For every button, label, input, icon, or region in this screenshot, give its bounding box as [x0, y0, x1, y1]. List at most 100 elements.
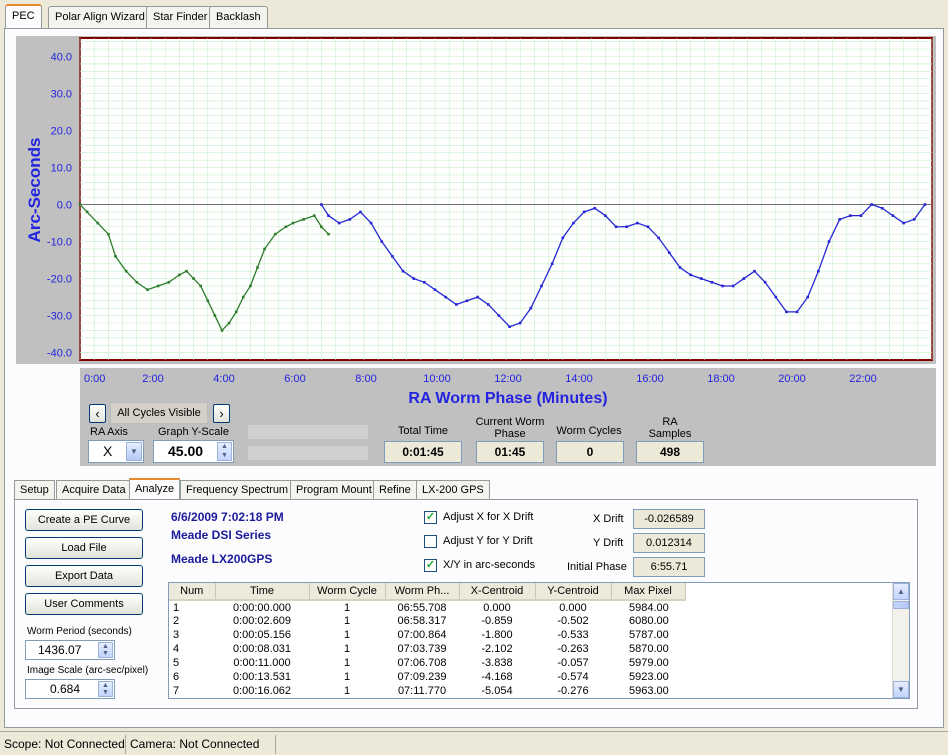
- table-cell: 0:00:13.531: [232, 671, 292, 683]
- data-point: [284, 225, 288, 229]
- tab-pec[interactable]: PEC: [5, 4, 42, 29]
- table-cell: 4: [173, 643, 180, 655]
- data-point: [213, 314, 217, 317]
- worm-period-value: 1436.07: [38, 643, 82, 657]
- data-point: [859, 214, 863, 217]
- tab-star-finder[interactable]: Star Finder: [146, 6, 215, 28]
- user-comments-button[interactable]: User Comments: [25, 593, 143, 615]
- xy-arcsec-checkbox[interactable]: ✓: [424, 559, 437, 572]
- column-header[interactable]: Num: [169, 583, 216, 601]
- subtab-program-mount[interactable]: Program Mount: [290, 480, 378, 499]
- table-cell: 07:11.770: [397, 685, 447, 697]
- column-header[interactable]: X-Centroid: [459, 583, 536, 601]
- table-row[interactable]: 4 0:00:08.031 1 07:03.739 -2.102 -0.263 5870.0…: [169, 642, 894, 656]
- image-scale-spinner[interactable]: ▲ ▼: [98, 681, 113, 697]
- data-point: [156, 284, 160, 288]
- adjust-y-checkbox[interactable]: [424, 535, 437, 548]
- column-header[interactable]: Time: [215, 583, 310, 601]
- camera-name: Meade DSI Series: [171, 528, 272, 542]
- tab-backlash[interactable]: Backlash: [209, 6, 268, 28]
- column-header[interactable]: Max Pixel: [611, 583, 686, 601]
- data-point: [593, 206, 597, 210]
- total-time-label: Total Time: [397, 425, 449, 437]
- data-point: [497, 314, 501, 317]
- table-cell: 0.000: [483, 601, 511, 614]
- table-cell: 7: [173, 685, 180, 697]
- data-point: [561, 236, 565, 240]
- table-cell: 6080.00: [629, 615, 669, 627]
- column-header[interactable]: Worm Ph...: [385, 583, 460, 601]
- tab-polar-align-wizard[interactable]: Polar Align Wizard: [48, 6, 152, 28]
- data-point: [256, 266, 259, 269]
- table-row[interactable]: 6 0:00:13.531 1 07:09.239 -4.168 -0.574 5923.0…: [169, 670, 894, 684]
- data-point: [849, 214, 852, 217]
- prev-cycle-button[interactable]: ‹: [89, 404, 106, 423]
- ra-axis-select[interactable]: X ▼: [88, 440, 144, 463]
- load-file-button[interactable]: Load File: [25, 537, 143, 559]
- scroll-thumb[interactable]: [893, 601, 909, 609]
- data-point: [518, 321, 522, 325]
- column-header[interactable]: Worm Cycle: [309, 583, 386, 601]
- table-row[interactable]: 5 0:00:11.000 1 07:06.708 -3.838 -0.057 5979.0…: [169, 656, 894, 670]
- subtab-acquire-data[interactable]: Acquire Data: [56, 480, 132, 499]
- data-point: [721, 284, 724, 288]
- samples-table[interactable]: Num Time Worm Cycle Worm Ph... X-Centroid Y-C…: [168, 582, 910, 699]
- data-point: [348, 218, 352, 221]
- yscale-spinner[interactable]: ▲ ▼: [217, 442, 232, 461]
- table-cell: 1: [343, 601, 351, 614]
- scroll-up-icon[interactable]: ▲: [893, 583, 909, 600]
- table-cell: 3: [173, 629, 180, 641]
- worm-period-input[interactable]: 1436.07 ▲ ▼: [25, 640, 115, 660]
- x-tick-label: 8:00: [355, 373, 376, 385]
- create-pe-curve-button[interactable]: Create a PE Curve: [25, 509, 143, 531]
- data-point: [774, 295, 778, 299]
- table-cell: 07:00.864: [397, 629, 447, 641]
- image-scale-input[interactable]: 0.684 ▲ ▼: [25, 679, 115, 699]
- subtab-frequency-spectrum[interactable]: Frequency Spectrum: [180, 480, 295, 499]
- y-tick-label: 10.0: [51, 163, 72, 175]
- x-drift-value: -0.026589: [633, 509, 705, 529]
- table-cell: 5963.00: [629, 685, 669, 697]
- x-tick-label: 14:00: [565, 373, 593, 385]
- chevron-down-icon[interactable]: ▼: [126, 442, 142, 461]
- worm-cycles-value: 0: [556, 441, 624, 463]
- yscale-input[interactable]: 45.00 ▲ ▼: [153, 440, 234, 463]
- table-cell: 5870.00: [629, 643, 669, 655]
- table-row[interactable]: 7 0:00:16.062 1 07:11.770 -5.054 -0.276 5963.0…: [169, 684, 894, 698]
- xy-arcsec-label: X/Y in arc-seconds: [443, 559, 536, 571]
- adjust-x-checkbox[interactable]: ✓: [424, 511, 437, 524]
- worm-phase-label: Current Worm Phase: [475, 416, 545, 440]
- scroll-down-icon[interactable]: ▼: [893, 681, 909, 698]
- data-point: [689, 273, 692, 277]
- subtab-refine[interactable]: Refine: [373, 480, 417, 499]
- data-point: [96, 221, 100, 225]
- table-row[interactable]: 2 0:00:02.609 1 06:58.317 -0.859 -0.502 6080.0…: [169, 614, 894, 628]
- table-row[interactable]: 3 0:00:05.156 1 07:00.864 -1.800 -0.533 5787.0…: [169, 628, 894, 642]
- x-tick-label: 12:00: [494, 373, 522, 385]
- data-point: [192, 277, 195, 280]
- table-row[interactable]: 1 0:00:00.000 1 06:55.708 0.000 0.000 5984.00: [169, 600, 894, 614]
- subtab-setup[interactable]: Setup: [14, 480, 55, 499]
- data-point: [220, 329, 224, 332]
- mount-name: Meade LX200GPS: [171, 552, 273, 566]
- data-point: [185, 269, 188, 273]
- data-point: [124, 269, 128, 273]
- subtab-analyze[interactable]: Analyze: [129, 478, 181, 500]
- data-point: [401, 269, 405, 273]
- subtab-lx200-gps[interactable]: LX-200 GPS: [416, 480, 490, 499]
- session-date: 6/6/2009 7:02:18 PM: [171, 510, 284, 524]
- data-point: [870, 203, 873, 206]
- x-tick-label: 2:00: [142, 373, 163, 385]
- export-data-button[interactable]: Export Data: [25, 565, 143, 587]
- next-cycle-button[interactable]: ›: [213, 404, 230, 423]
- worm-period-spinner[interactable]: ▲ ▼: [98, 642, 113, 658]
- table-cell: 0:00:05.156: [232, 629, 292, 641]
- data-point: [320, 203, 323, 206]
- data-point: [455, 303, 458, 306]
- data-point: [881, 206, 884, 210]
- x-tick-label: 18:00: [707, 373, 735, 385]
- column-header[interactable]: Y-Centroid: [535, 583, 612, 601]
- table-cell: -0.263: [557, 643, 589, 655]
- table-scrollbar[interactable]: ▲ ▼: [892, 583, 909, 698]
- table-cell: 07:03.739: [397, 643, 447, 655]
